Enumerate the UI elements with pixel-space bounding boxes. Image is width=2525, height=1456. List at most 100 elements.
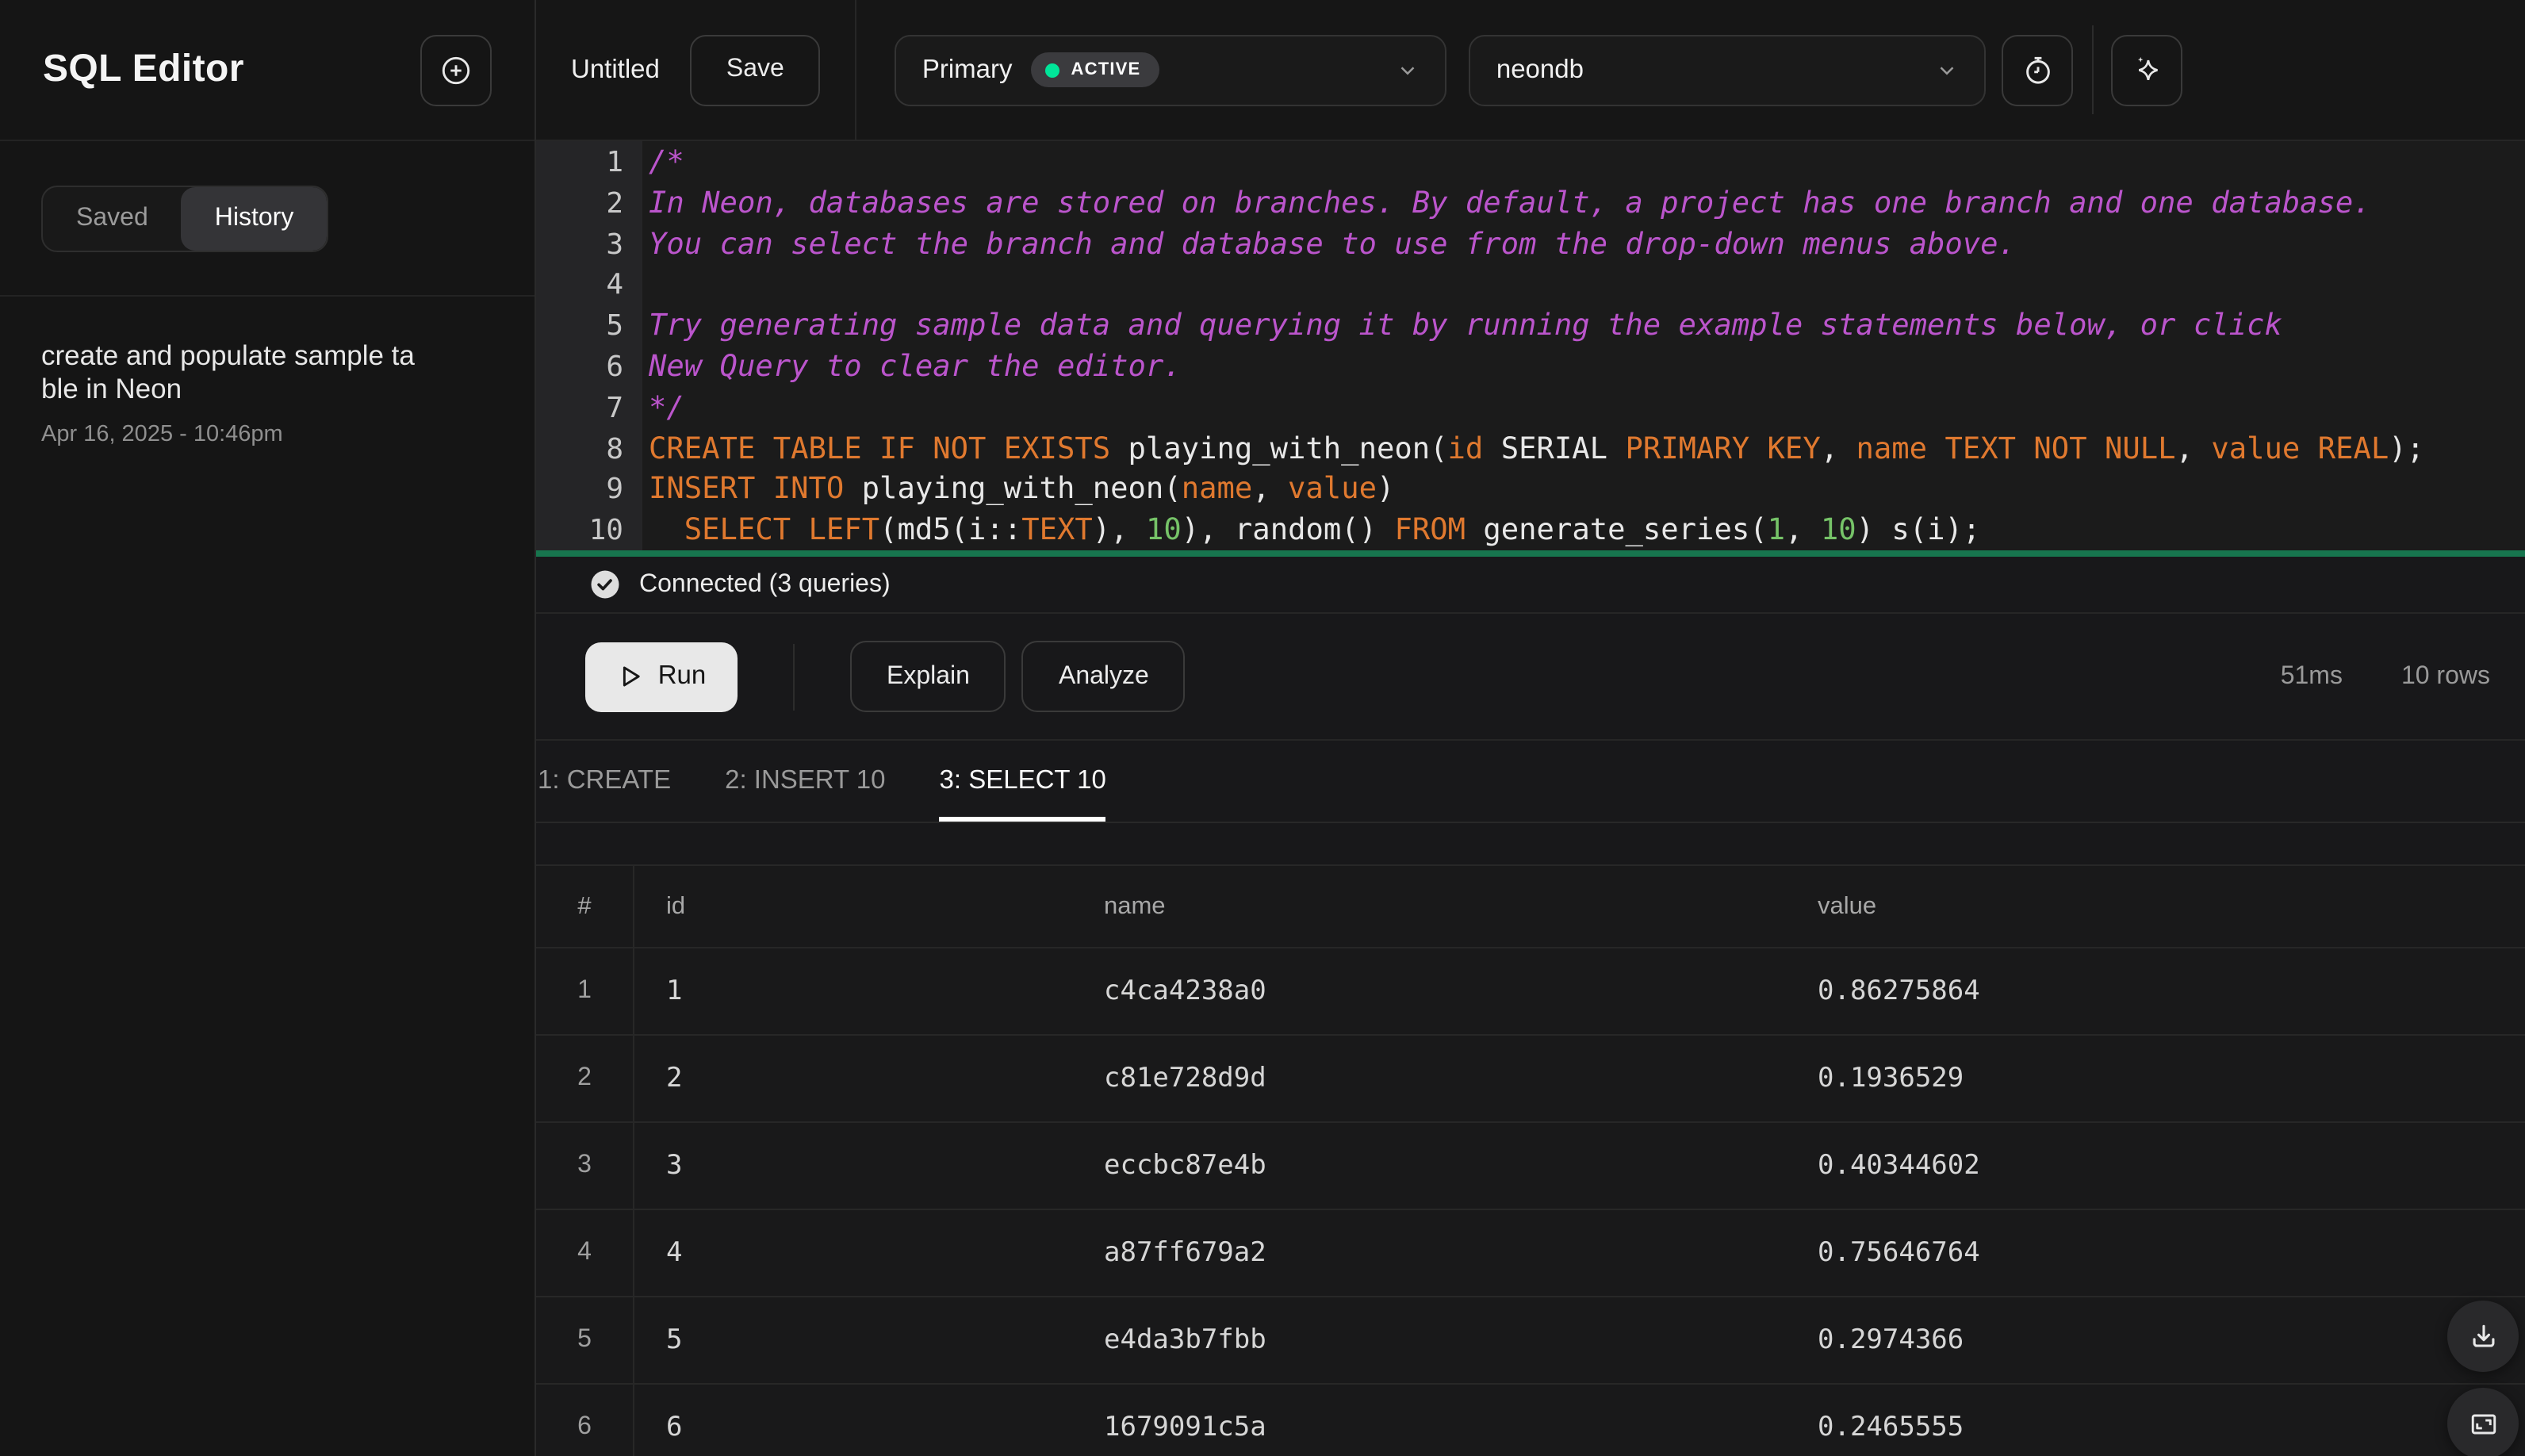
branch-select[interactable]: Primary ACTIVE — [895, 34, 1447, 105]
table-cell: a87ff679a2 — [1104, 1237, 1266, 1269]
active-status-dot — [1045, 63, 1060, 77]
table-cell: 1 — [536, 948, 634, 1034]
explain-button[interactable]: Explain — [850, 641, 1006, 712]
chevron-down-icon — [1397, 58, 1420, 82]
table-cell: 1 — [666, 975, 683, 1007]
line-number: 3 — [606, 228, 623, 262]
query-history-button[interactable] — [2002, 34, 2074, 105]
table-cell: eccbc87e4b — [1104, 1150, 1266, 1182]
expand-results-button[interactable] — [2447, 1388, 2519, 1456]
table-cell: c4ca4238a0 — [1104, 975, 1266, 1007]
tab-saved[interactable]: Saved — [43, 186, 182, 250]
query-stats: 51ms 10 rows — [2281, 662, 2490, 691]
database-select[interactable]: neondb — [1469, 34, 1987, 105]
history-item-title: create and populate sample table in Neon — [41, 339, 415, 404]
table-cell: 0.2974366 — [1818, 1324, 1964, 1356]
code-line: In Neon, databases are stored on branche… — [649, 186, 2371, 220]
table-cell: c81e728d9d — [1104, 1063, 1266, 1094]
download-icon — [2466, 1319, 2500, 1354]
table-cell: 6 — [536, 1385, 634, 1456]
code-line: You can select the branch and database t… — [649, 228, 2016, 262]
result-tab-2[interactable]: 2: INSERT 10 — [725, 741, 885, 822]
line-number: 7 — [606, 391, 623, 425]
result-tab-1[interactable]: 1: CREATE — [538, 741, 671, 822]
download-results-button[interactable] — [2447, 1301, 2519, 1372]
new-query-button[interactable] — [420, 34, 492, 105]
fullscreen-icon — [2466, 1406, 2500, 1441]
actions-divider — [793, 643, 795, 710]
line-number: 8 — [606, 432, 623, 466]
table-cell: e4da3b7fbb — [1104, 1324, 1266, 1356]
table-cell: 5 — [536, 1297, 634, 1383]
line-number: 5 — [606, 309, 623, 343]
sidebar-tab-strip: Saved History — [0, 141, 535, 297]
branch-status-label: ACTIVE — [1071, 60, 1141, 79]
plus-circle-icon — [438, 52, 474, 88]
chevron-down-icon — [1936, 58, 1960, 82]
table-cell: 0.40344602 — [1818, 1150, 1980, 1182]
save-button[interactable]: Save — [689, 34, 821, 105]
branch-name: Primary — [921, 55, 1013, 83]
column-header: # — [536, 866, 634, 947]
sidebar: SQL Editor Saved History create and popu… — [0, 0, 536, 1456]
code-line: */ — [649, 391, 684, 425]
table-row: 6 6 1679091c5a 0.2465555 — [536, 1385, 2525, 1456]
main-panel: Untitled Save Primary ACTIVE neondb 1 2 … — [536, 0, 2525, 1456]
table-row: 3 3 eccbc87e4b 0.40344602 — [536, 1123, 2525, 1210]
saved-history-toggle: Saved History — [41, 185, 329, 251]
connection-status-row: Connected (3 queries) — [536, 557, 2525, 614]
table-cell: 2 — [536, 1036, 634, 1121]
toolbar-divider — [855, 0, 857, 140]
table-header-row: # id name value — [536, 866, 2525, 948]
stopwatch-icon — [2021, 52, 2056, 87]
sidebar-header: SQL Editor — [0, 0, 535, 141]
table-cell: 0.86275864 — [1818, 975, 1980, 1007]
table-row: 2 2 c81e728d9d 0.1936529 — [536, 1036, 2525, 1123]
check-circle-icon — [588, 568, 622, 601]
results-table: # id name value 1 1 c4ca4238a0 0.86275864 2 2 c81e… — [536, 864, 2525, 1456]
editor-progress-bar — [536, 550, 2525, 557]
results-gap — [536, 823, 2525, 864]
play-icon — [617, 663, 644, 690]
page-title: SQL Editor — [43, 48, 244, 90]
code-line: SELECT LEFT(md5(i::TEXT), 10), random() … — [684, 514, 1981, 548]
branch-status-badge: ACTIVE — [1031, 52, 1160, 87]
history-item[interactable]: create and populate sample table in Neon… — [0, 297, 535, 490]
line-number: 1 — [606, 146, 623, 179]
toolbar: Untitled Save Primary ACTIVE neondb — [536, 0, 2525, 141]
table-cell: 4 — [666, 1237, 683, 1269]
toolbar-divider — [2092, 25, 2094, 114]
sql-editor-app: SQL Editor Saved History create and popu… — [0, 0, 2525, 1456]
table-cell: 1679091c5a — [1104, 1412, 1266, 1443]
table-cell: 6 — [666, 1412, 683, 1443]
table-cell: 0.75646764 — [1818, 1237, 1980, 1269]
column-header: name — [1104, 892, 1166, 919]
query-row-count: 10 rows — [2400, 662, 2490, 689]
table-cell: 5 — [666, 1324, 683, 1356]
database-name: neondb — [1496, 55, 1584, 83]
line-number: 10 — [588, 514, 623, 548]
ai-assist-button[interactable] — [2111, 34, 2183, 105]
history-list: create and populate sample table in Neon… — [0, 297, 535, 1456]
editor-code[interactable]: /* In Neon, databases are stored on branc… — [642, 141, 2525, 550]
query-duration: 51ms — [2280, 662, 2343, 689]
table-cell: 4 — [536, 1210, 634, 1296]
column-header: id — [666, 892, 686, 919]
table-cell: 3 — [536, 1123, 634, 1209]
analyze-button[interactable]: Analyze — [1021, 641, 1186, 712]
code-line: New Query to clear the editor. — [649, 350, 1182, 384]
actions-row: Run Explain Analyze 51ms 10 rows — [536, 614, 2525, 741]
table-row: 4 4 a87ff679a2 0.75646764 — [536, 1210, 2525, 1297]
tab-history[interactable]: History — [181, 186, 328, 250]
run-button[interactable]: Run — [585, 642, 738, 711]
line-number: 9 — [606, 473, 623, 507]
result-tab-3[interactable]: 3: SELECT 10 — [939, 741, 1107, 822]
sql-editor[interactable]: 1 2 3 4 5 6 7 8 9 10 /* In Neon, databases are sto… — [536, 141, 2525, 550]
history-item-date: Apr 16, 2025 - 10:46pm — [41, 422, 283, 447]
line-number: 2 — [606, 186, 623, 220]
table-cell: 0.2465555 — [1818, 1412, 1964, 1443]
table-cell: 3 — [666, 1150, 683, 1182]
line-number: 4 — [606, 268, 623, 302]
table-cell: 0.1936529 — [1818, 1063, 1964, 1094]
